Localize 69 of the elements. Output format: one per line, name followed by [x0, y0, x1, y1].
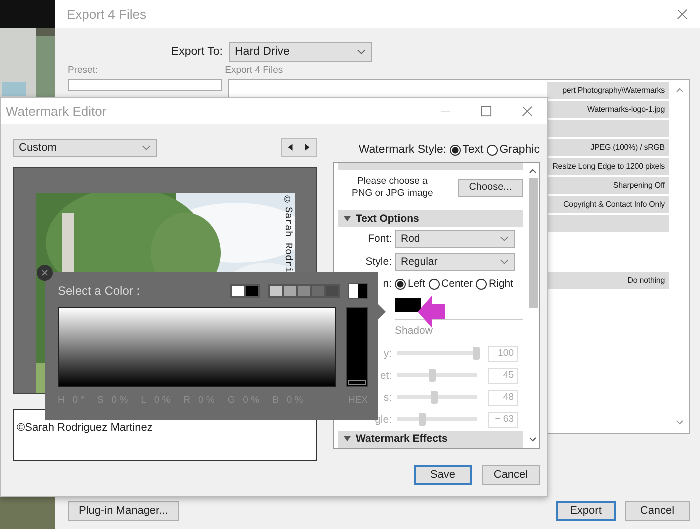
- watermark-style-label: Watermark Style:: [358, 144, 447, 156]
- plugin-manager-button[interactable]: Plug-in Manager...: [68, 501, 180, 521]
- close-icon[interactable]: [522, 106, 533, 116]
- settings-row[interactable]: Watermarks-logo-1.jpg: [547, 101, 669, 118]
- preset-dropdown[interactable]: Custom: [13, 138, 157, 156]
- color-swatch[interactable]: [284, 286, 296, 296]
- chevron-down-icon: [500, 236, 509, 242]
- cancel-button[interactable]: Cancel: [625, 501, 690, 521]
- triangle-left-icon: [286, 143, 295, 152]
- next-button[interactable]: [299, 139, 316, 156]
- style-radio[interactable]: Text: [450, 144, 484, 156]
- window-title: Watermark Editor: [6, 104, 107, 118]
- shadow-label: Shadow: [395, 325, 433, 338]
- export-to-dropdown[interactable]: Hard Drive: [229, 42, 372, 62]
- preset-label: Preset:: [68, 65, 98, 76]
- font-dropdown[interactable]: Rod: [395, 230, 515, 248]
- settings-row[interactable]: Resize Long Edge to 1200 pixels: [547, 158, 669, 175]
- color-swatch[interactable]: [246, 286, 258, 296]
- export-to-label: Export To:: [170, 46, 223, 58]
- choose-button[interactable]: Choose...: [458, 178, 523, 197]
- previous-button[interactable]: [282, 139, 299, 156]
- scroll-down-icon[interactable]: [529, 437, 537, 442]
- arrow-icon: [418, 296, 446, 328]
- cancel-button[interactable]: Cancel: [482, 465, 540, 485]
- close-icon[interactable]: [37, 265, 53, 281]
- color-swatch[interactable]: [232, 286, 244, 296]
- color-swatch[interactable]: [395, 298, 421, 312]
- slider-label: y:: [384, 348, 392, 360]
- current-color-swatch: [348, 283, 368, 299]
- settings-row[interactable]: pert Photography\Watermarks: [547, 82, 669, 99]
- color-swatch[interactable]: [270, 286, 282, 296]
- section-header[interactable]: Watermark Effects: [338, 430, 523, 448]
- settings-row[interactable]: [547, 215, 669, 232]
- triangle-right-icon: [303, 143, 312, 152]
- image-prompt-text: Please choose a PNG or JPG image: [352, 176, 434, 200]
- preset-list[interactable]: [68, 79, 222, 91]
- slider-label: et:: [380, 370, 392, 382]
- align-label: n:: [383, 278, 392, 290]
- export-button[interactable]: Export: [556, 501, 616, 521]
- color-swatch[interactable]: [298, 286, 310, 296]
- save-button[interactable]: Save: [414, 465, 472, 485]
- slider-label: s:: [384, 392, 392, 404]
- chevron-down-icon: [500, 258, 509, 265]
- color-field[interactable]: [58, 307, 336, 387]
- maximize-icon[interactable]: [481, 106, 492, 116]
- close-icon[interactable]: [677, 8, 688, 20]
- window-title: Export 4 Files: [67, 6, 146, 22]
- chevron-down-icon: [142, 144, 151, 150]
- list-label: Export 4 Files: [225, 65, 284, 76]
- section-header[interactable]: Text Options: [338, 210, 523, 228]
- settings-row[interactable]: Sharpening Off: [547, 177, 669, 194]
- settings-row[interactable]: [547, 120, 669, 137]
- settings-row[interactable]: Copyright & Contact Info Only: [547, 196, 669, 213]
- align-radio[interactable]: Right: [476, 278, 514, 290]
- color-slider[interactable]: [346, 307, 368, 387]
- style-dropdown[interactable]: Regular: [395, 252, 515, 271]
- style-label: Style:: [366, 256, 392, 268]
- triangle-down-icon: [344, 436, 351, 442]
- align-radio[interactable]: Left: [395, 278, 426, 290]
- settings-row[interactable]: JPEG (100%) / sRGB: [547, 139, 669, 156]
- watermark-preview-text: ©Sarah Rodri: [282, 196, 293, 274]
- font-label: Font:: [368, 232, 392, 245]
- chevron-down-icon: [357, 49, 366, 55]
- scroll-up-icon[interactable]: [529, 169, 537, 174]
- picker-title: Select a Color :: [58, 284, 140, 298]
- settings-row[interactable]: Do nothing: [547, 272, 669, 289]
- style-radio[interactable]: Graphic: [486, 144, 540, 156]
- triangle-down-icon: [344, 216, 351, 222]
- align-radio[interactable]: Center: [428, 278, 474, 290]
